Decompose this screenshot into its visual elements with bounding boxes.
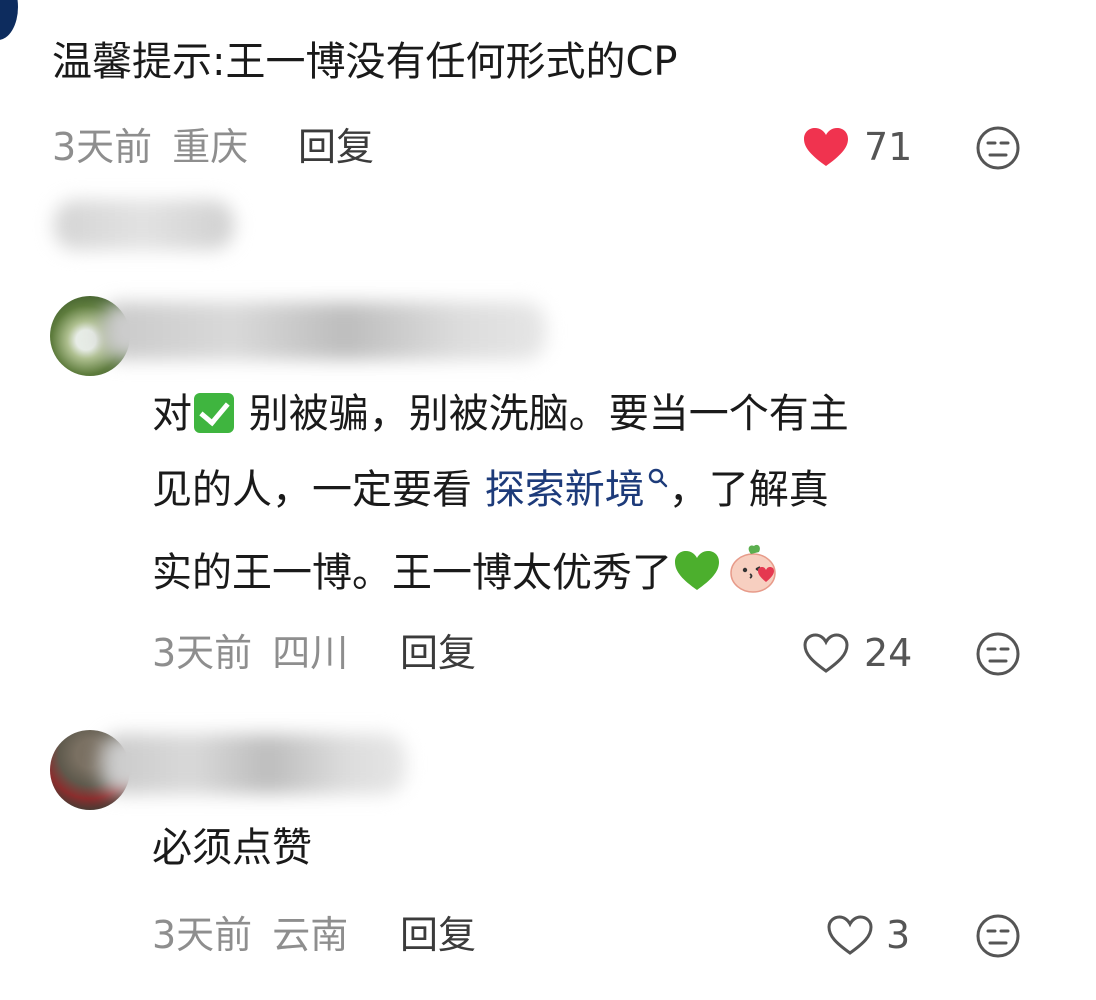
avatar-partial[interactable] <box>0 0 18 40</box>
comment-location: 云南 <box>272 913 349 957</box>
check-emoji-icon <box>194 393 234 433</box>
neutral-face-icon <box>976 914 1020 958</box>
like-button[interactable] <box>802 632 850 678</box>
search-link-icon <box>648 468 667 488</box>
like-button[interactable] <box>826 914 874 960</box>
comment-meta: 3天前 重庆 <box>52 124 248 170</box>
green-heart-emoji <box>675 551 719 590</box>
comment-text-line-2: 见的人，一定要看 探索新境 ，了解真 <box>152 467 829 513</box>
comment-text: 温馨提示:王一博没有任何形式的CP <box>52 39 678 85</box>
username-blurred[interactable] <box>100 302 546 360</box>
reply-button[interactable]: 回复 <box>400 912 476 958</box>
comment-location: 重庆 <box>172 125 249 169</box>
dislike-button[interactable] <box>974 912 1022 964</box>
reply-button[interactable]: 回复 <box>400 630 476 676</box>
like-count: 24 <box>864 631 913 675</box>
like-count: 3 <box>886 913 911 957</box>
neutral-face-icon <box>976 632 1020 676</box>
comment-text: 必须点赞 <box>152 825 312 871</box>
like-count: 71 <box>864 125 913 169</box>
comment-text-line-3: 实的王一博。王一博太优秀了 <box>152 542 780 597</box>
comment-text-line-1: 对 别被骗，别被洗脑。要当一个有主 <box>152 391 849 437</box>
peach-kiss-emoji <box>730 544 776 593</box>
heart-outline-icon <box>827 915 873 955</box>
comment-time: 3天前 <box>152 913 253 957</box>
username-blurred[interactable] <box>100 734 406 794</box>
heart-outline-icon <box>803 633 849 673</box>
neutral-face-icon <box>976 126 1020 170</box>
comment-time: 3天前 <box>152 631 253 675</box>
like-button[interactable] <box>802 126 850 172</box>
heart-filled-icon <box>804 128 848 166</box>
dislike-button[interactable] <box>974 124 1022 176</box>
search-link[interactable]: 探索新境 <box>485 467 669 513</box>
dislike-button[interactable] <box>974 630 1022 682</box>
comment-meta: 3天前 云南 <box>152 912 348 958</box>
expand-replies-button[interactable] <box>54 200 234 250</box>
comment-meta: 3天前 四川 <box>152 630 348 676</box>
comment-time: 3天前 <box>52 125 153 169</box>
reply-button[interactable]: 回复 <box>298 124 374 170</box>
comment-location: 四川 <box>272 631 349 675</box>
